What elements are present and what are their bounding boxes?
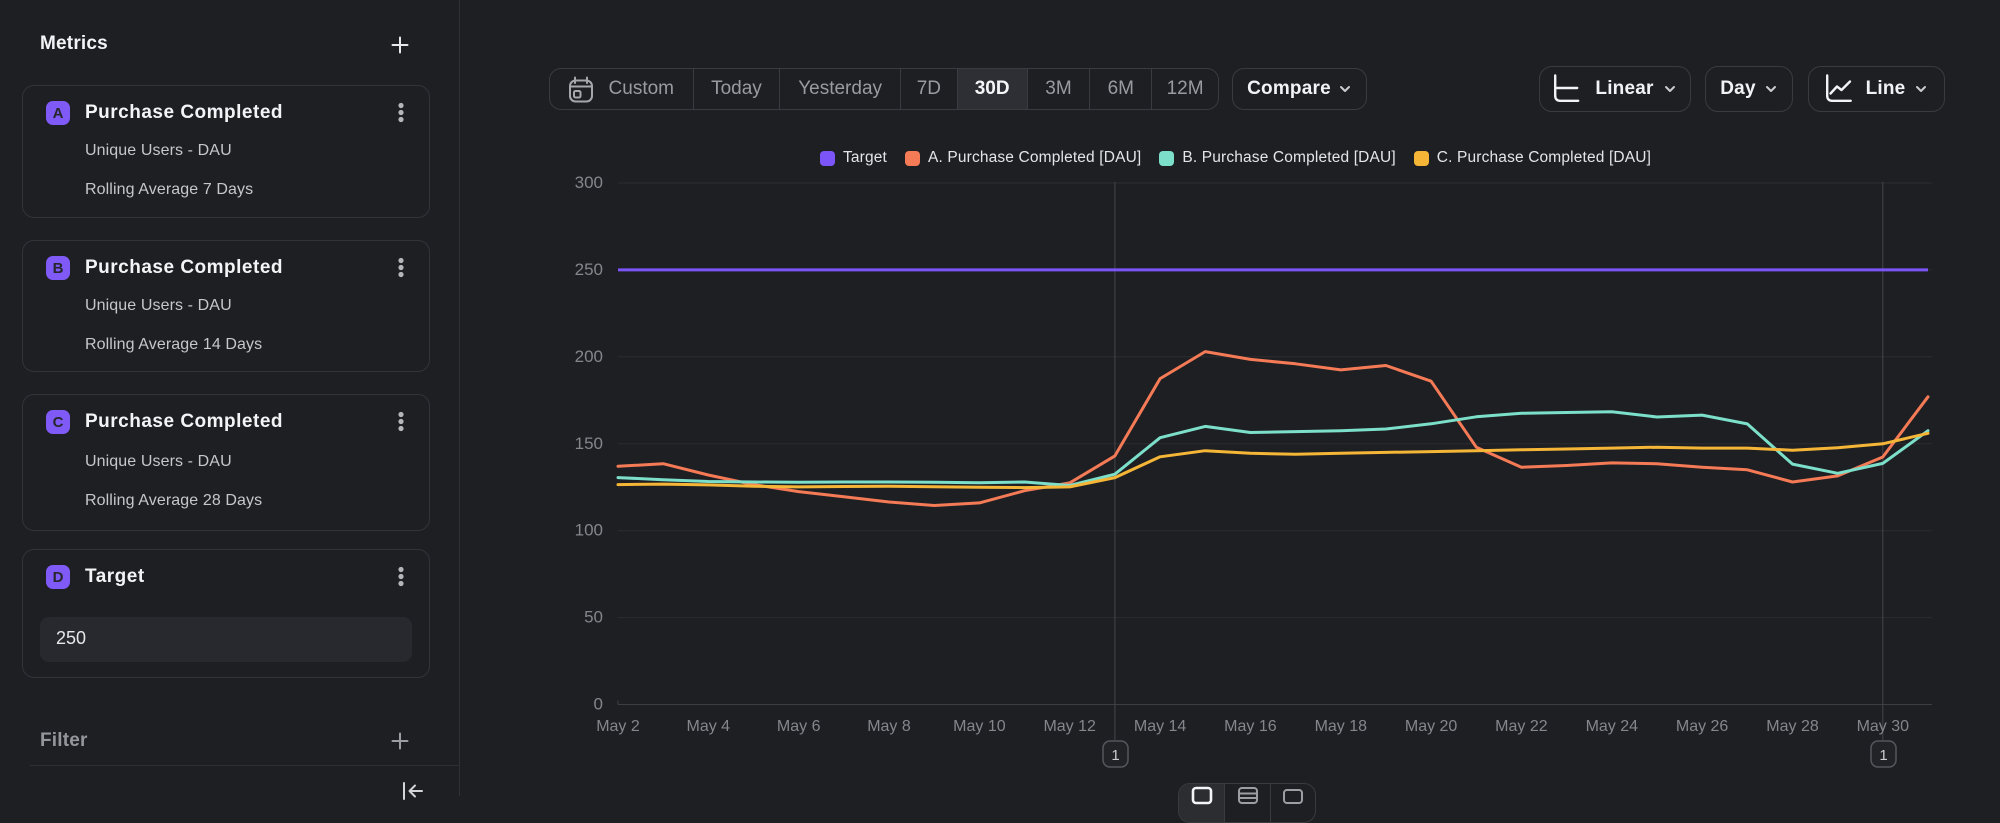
svg-text:May 8: May 8 xyxy=(867,718,911,735)
svg-text:May 2: May 2 xyxy=(596,718,640,735)
svg-text:May 20: May 20 xyxy=(1405,718,1458,735)
svg-text:May 14: May 14 xyxy=(1134,718,1187,735)
svg-text:May 28: May 28 xyxy=(1766,718,1819,735)
svg-text:May 4: May 4 xyxy=(687,718,731,735)
svg-text:200: 200 xyxy=(575,347,603,366)
svg-text:May 26: May 26 xyxy=(1676,718,1729,735)
svg-text:250: 250 xyxy=(575,260,603,279)
svg-text:1: 1 xyxy=(1879,747,1887,764)
svg-text:May 12: May 12 xyxy=(1043,718,1096,735)
svg-text:1: 1 xyxy=(1111,747,1119,764)
svg-text:May 6: May 6 xyxy=(777,718,821,735)
svg-text:300: 300 xyxy=(575,173,603,192)
svg-text:0: 0 xyxy=(594,695,603,714)
svg-text:May 18: May 18 xyxy=(1315,718,1368,735)
svg-text:May 10: May 10 xyxy=(953,718,1006,735)
svg-text:May 24: May 24 xyxy=(1586,718,1639,735)
svg-text:May 22: May 22 xyxy=(1495,718,1548,735)
svg-text:100: 100 xyxy=(575,521,603,540)
svg-text:150: 150 xyxy=(575,434,603,453)
svg-text:May 30: May 30 xyxy=(1857,718,1910,735)
svg-text:50: 50 xyxy=(584,608,603,627)
svg-text:May 16: May 16 xyxy=(1224,718,1277,735)
